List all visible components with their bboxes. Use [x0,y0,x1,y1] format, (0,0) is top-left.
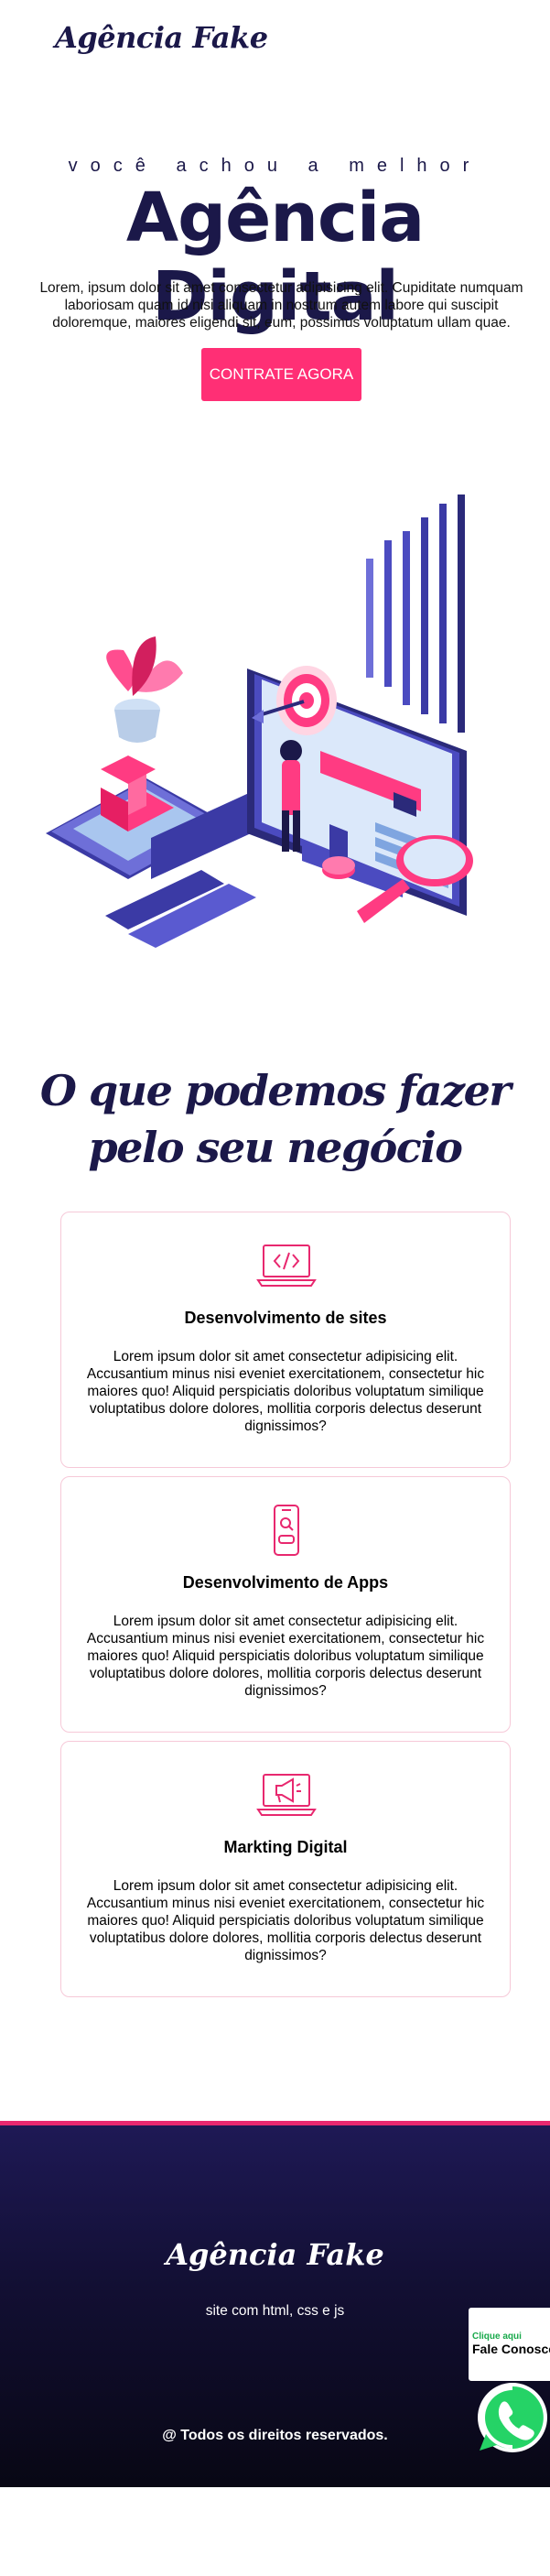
footer: Agência Fake site com html, css e js @ T… [0,2121,550,2487]
service-card-title: Desenvolvimento de sites [184,1309,387,1327]
code-laptop-icon [256,1245,317,1287]
footer-logo[interactable]: Agência Fake [0,2237,550,2272]
megaphone-laptop-icon [256,1774,317,1816]
whatsapp-label[interactable]: Clique aqui Fale Conosco [469,2308,550,2381]
digital-agency-illustration [46,495,473,948]
service-card-title: Markting Digital [223,1838,348,1856]
whatsapp-icon[interactable] [474,2379,550,2456]
service-card-text: Lorem ipsum dolor sit amet consectetur a… [86,1878,485,1963]
whatsapp-label-line2: Fale Conosco [472,2342,550,2356]
hero-text: Lorem, ipsum dolor sit amet consectetur … [39,280,523,331]
whatsapp-label-line1: Clique aqui [472,2331,522,2342]
contract-now-button[interactable]: CONTRATE AGORA [201,348,361,401]
service-card-text: Lorem ipsum dolor sit amet consectetur a… [86,1349,485,1434]
hero-kicker: você achou a melhor [68,156,482,176]
footer-subtitle: site com html, css e js [205,2303,345,2319]
service-card-text: Lorem ipsum dolor sit amet consectetur a… [86,1614,485,1699]
service-card-title: Desenvolvimento de Apps [182,1573,389,1592]
footer-copyright: @ Todos os direitos reservados. [162,2428,388,2443]
header-logo[interactable]: Agência Fake [55,20,268,55]
services-title: O que podemos fazer pelo seu negócio [39,1066,512,1172]
service-card-apps: Desenvolvimento de Apps Lorem ipsum dolo… [60,1476,511,1733]
mobile-search-icon [274,1505,299,1556]
service-card-marketing: Markting Digital Lorem ipsum dolor sit a… [60,1741,511,1997]
service-card-websites: Desenvolvimento de sites Lorem ipsum dol… [60,1212,511,1468]
